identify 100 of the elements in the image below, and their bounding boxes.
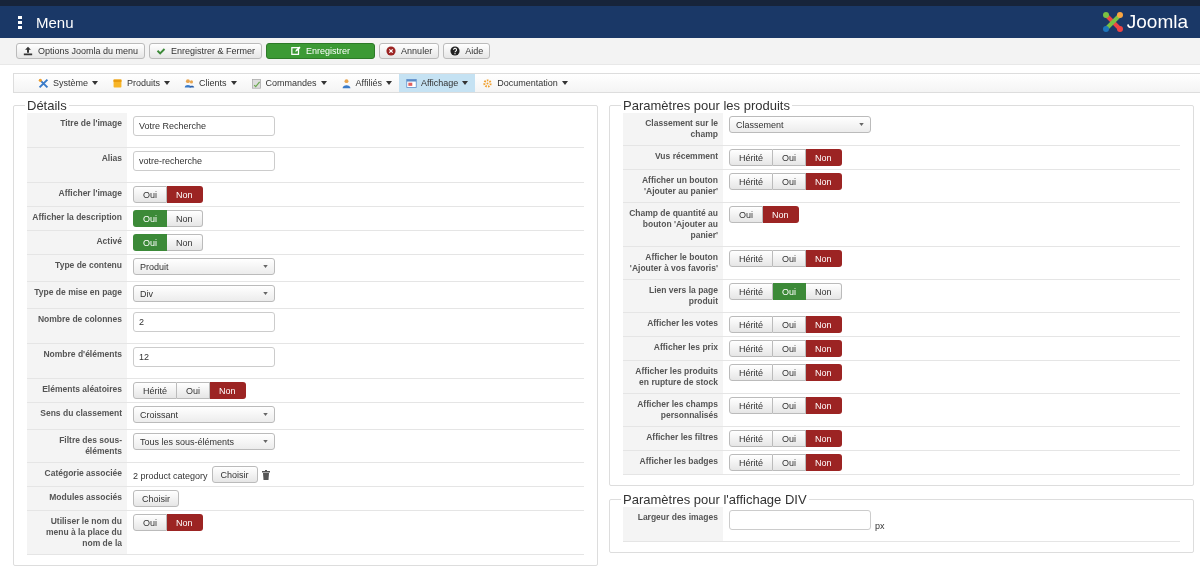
field-label: Catégorie associée [27, 463, 127, 486]
caret-icon [859, 123, 864, 126]
field-label: Type de contenu [27, 255, 127, 281]
field-label: Nombre d'éléments [27, 344, 127, 378]
panel-title: Détails [26, 98, 68, 113]
cancel-icon [386, 46, 397, 56]
field-label: Afficher les produits en rupture de stock [623, 361, 723, 393]
field-label: Champ de quantité au bouton 'Ajouter au panier' [623, 203, 723, 246]
toggle-option[interactable]: Oui [773, 283, 807, 300]
menu-tab[interactable]: Commandes [243, 74, 334, 92]
toggle-option[interactable]: Hérité [729, 397, 773, 414]
toggle-option[interactable]: Hérité [729, 173, 773, 190]
toggle-option[interactable]: Oui [773, 364, 807, 381]
toggle-option[interactable]: Oui [133, 514, 167, 531]
toggle-option[interactable]: Non [806, 316, 842, 333]
text-field[interactable] [729, 510, 871, 530]
field-label: Classement sur le champ [623, 113, 723, 145]
toggle-option[interactable]: Hérité [729, 250, 773, 267]
toggle-option[interactable]: Non [167, 186, 203, 203]
help-icon [450, 46, 461, 56]
menu-tab[interactable]: Produits [105, 74, 178, 92]
toggle-option[interactable]: Hérité [729, 340, 773, 357]
field-label: Afficher les filtres [623, 427, 723, 450]
box-icon [112, 77, 123, 89]
toggle-option[interactable]: Oui [773, 340, 807, 357]
toggle-option[interactable]: Non [167, 210, 203, 227]
toggle-option[interactable]: Non [806, 340, 842, 357]
toggle-option[interactable]: Non [763, 206, 799, 223]
toggle-option[interactable]: Hérité [729, 283, 773, 300]
toggle-option[interactable]: Non [167, 514, 203, 531]
toggle-option[interactable]: Oui [773, 454, 807, 471]
text-field[interactable]: votre-recherche [133, 151, 275, 171]
toggle-option[interactable]: Oui [773, 430, 807, 447]
toggle-option[interactable]: Non [806, 430, 842, 447]
menu-tab[interactable]: Affichage [398, 74, 476, 92]
text-field[interactable]: 12 [133, 347, 275, 367]
toggle-option[interactable]: Non [806, 250, 842, 267]
menu-tab[interactable]: Clients [177, 74, 244, 92]
toggle-option[interactable]: Hérité [729, 454, 773, 471]
page-title: Menu [36, 13, 75, 31]
toggle-option[interactable]: Oui [133, 210, 167, 227]
toggle-option[interactable]: Oui [773, 250, 807, 267]
logo-text: Joomla [1126, 11, 1188, 33]
toggle-option[interactable]: Hérité [729, 316, 773, 333]
toolbar-button[interactable]: Aide [443, 43, 491, 59]
text-field[interactable]: Votre Recherche [133, 116, 275, 136]
toggle-option[interactable]: Non [210, 382, 246, 399]
trash-icon[interactable] [261, 470, 270, 480]
toggle-option[interactable]: Oui [773, 149, 807, 166]
field-label: Alias [27, 148, 127, 182]
toggle-option[interactable]: Oui [773, 173, 807, 190]
field-label: Afficher l'image [27, 183, 127, 206]
edit-icon [291, 46, 302, 56]
toggle-option[interactable]: Oui [177, 382, 211, 399]
toggle-option[interactable]: Hérité [729, 430, 773, 447]
field-label: Afficher les votes [623, 313, 723, 336]
window-icon [405, 77, 417, 89]
field-label: Sens du classement [27, 403, 127, 429]
toolbar-button[interactable]: Annuler [379, 43, 440, 59]
toggle-option[interactable]: Non [806, 397, 842, 414]
select-field[interactable]: Croissant [133, 406, 275, 423]
select-field[interactable]: Div [133, 285, 275, 302]
toggle-option[interactable]: Non [806, 173, 842, 190]
toggle-option[interactable]: Hérité [133, 382, 177, 399]
caret-icon [462, 81, 469, 85]
field-label: Type de mise en page [27, 282, 127, 308]
select-field[interactable]: Tous les sous-éléments [133, 433, 275, 450]
toolbar-button[interactable]: Enregistrer & Fermer [149, 43, 263, 59]
menu-tab[interactable]: Affiliés [333, 74, 399, 92]
toggle-option[interactable]: Non [806, 149, 842, 166]
toolbar-button[interactable]: Enregistrer [266, 43, 376, 59]
toggle-option[interactable]: Oui [773, 397, 807, 414]
caret-icon [385, 81, 392, 85]
field-label: Utiliser le nom du menu à la place du nom de la [27, 511, 127, 554]
toggle-option[interactable]: Oui [773, 316, 807, 333]
toolbar-button[interactable]: Options Joomla du menu [16, 43, 146, 59]
choose-button[interactable]: Choisir [133, 490, 179, 507]
toggle-option[interactable]: Non [806, 364, 842, 381]
toggle-option[interactable]: Non [167, 234, 203, 251]
toggle-option[interactable]: Oui [729, 206, 763, 223]
field-label: Afficher les champs personnalisés [623, 394, 723, 426]
menu-icon[interactable] [18, 15, 22, 29]
field-label: Modules associés [27, 487, 127, 510]
users-icon [184, 77, 196, 89]
menu-tab[interactable]: Système [31, 74, 105, 92]
select-field[interactable]: Classement [729, 116, 871, 133]
choose-button[interactable]: Choisir [211, 466, 258, 483]
caret-icon [263, 265, 268, 268]
menu-tab[interactable]: Documentation [475, 74, 575, 92]
select-field[interactable]: Produit [133, 258, 275, 275]
toggle-option[interactable]: Oui [133, 234, 167, 251]
text-field[interactable]: 2 [133, 312, 275, 332]
tools-icon [38, 77, 49, 89]
toggle-option[interactable]: Oui [133, 186, 167, 203]
toggle-option[interactable]: Non [806, 454, 842, 471]
toggle-option[interactable]: Hérité [729, 364, 773, 381]
caret-icon [561, 81, 568, 85]
toggle-option[interactable]: Hérité [729, 149, 773, 166]
caret-icon [263, 292, 268, 295]
toggle-option[interactable]: Non [806, 283, 842, 300]
